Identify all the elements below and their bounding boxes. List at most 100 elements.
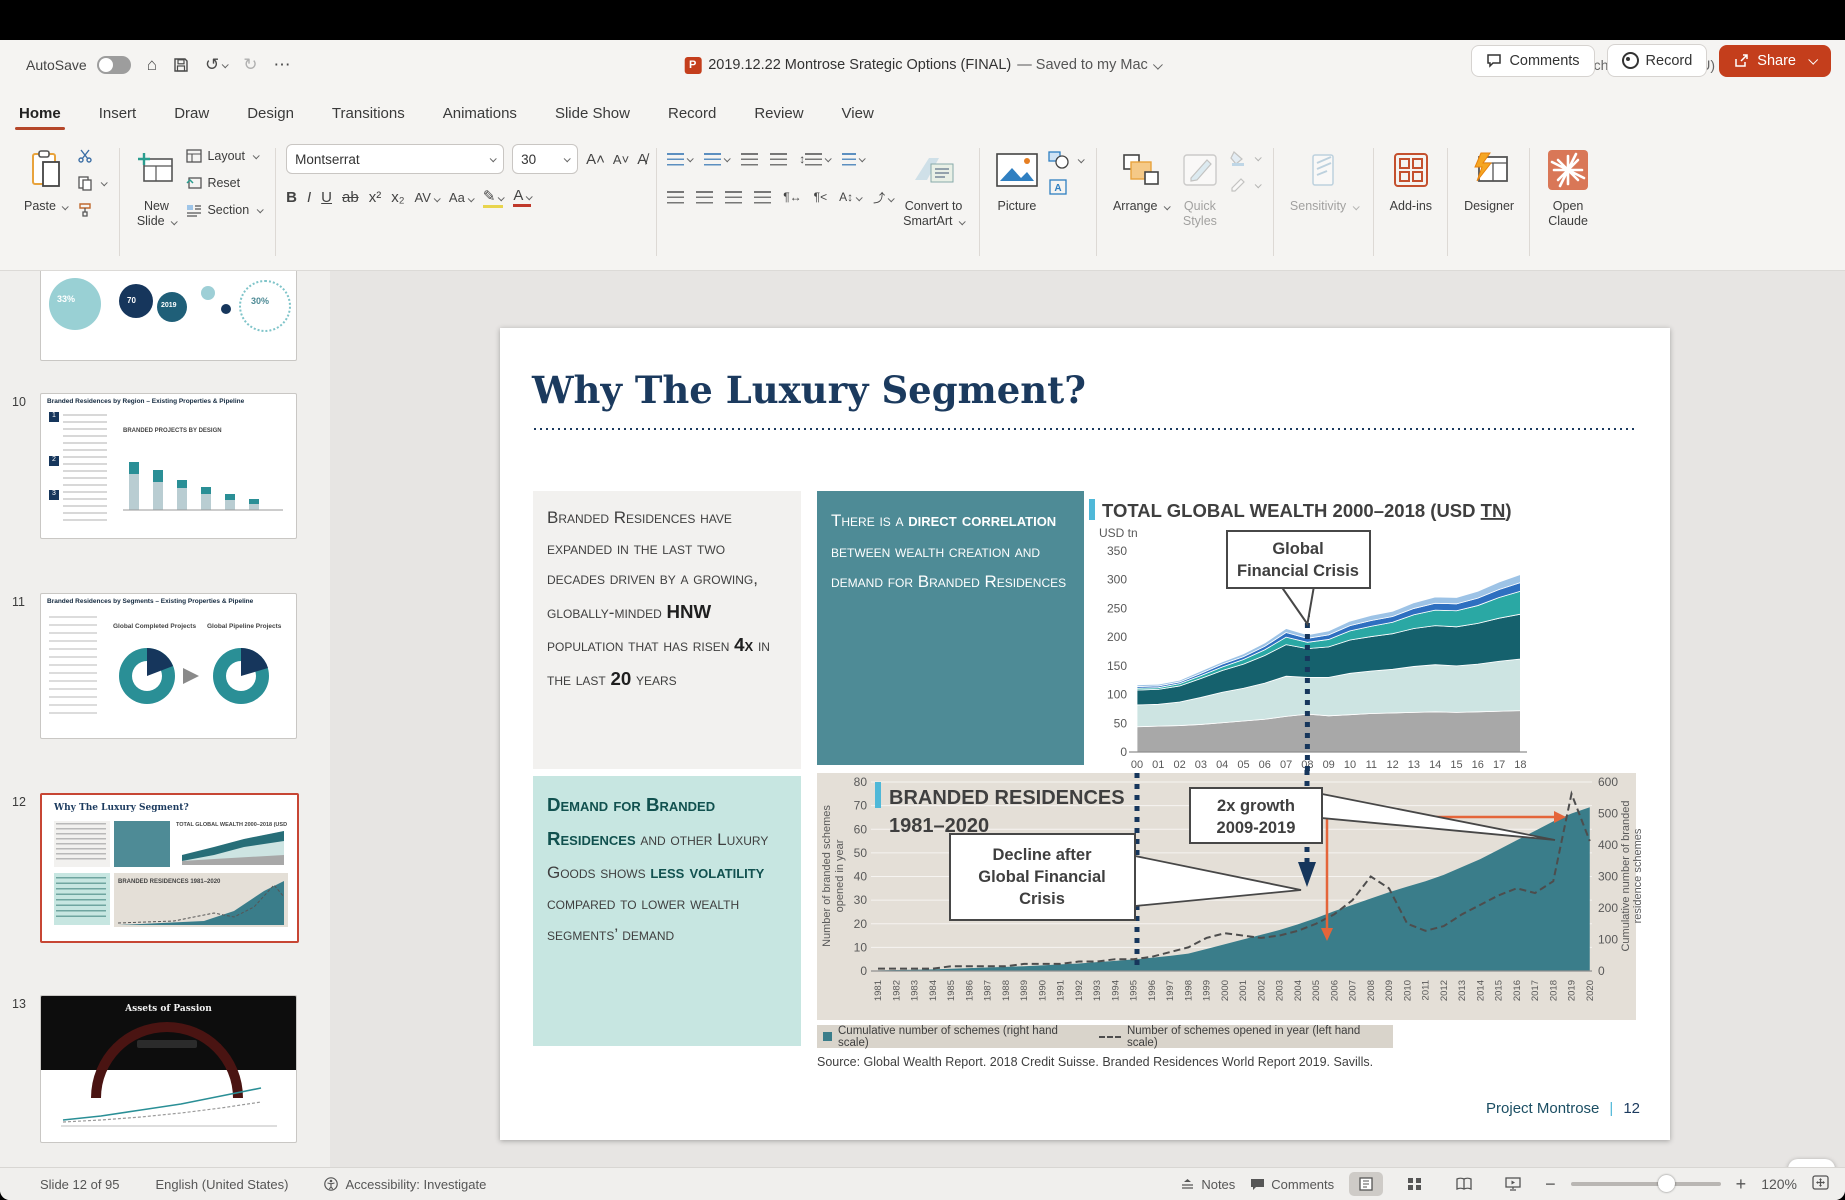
- language-indicator[interactable]: English (United States): [156, 1177, 289, 1192]
- notes-button[interactable]: Notes: [1180, 1177, 1235, 1192]
- numbering-button[interactable]: [704, 153, 729, 166]
- textbox-branded-residences[interactable]: Branded Residences have expanded in the …: [533, 491, 801, 769]
- comments-button[interactable]: Comments: [1471, 45, 1594, 77]
- text-box-rotate-button[interactable]: ⤴: [873, 189, 893, 206]
- undo-button[interactable]: ↺: [205, 55, 227, 75]
- align-center-button[interactable]: [696, 191, 713, 204]
- zoom-out-button[interactable]: −: [1545, 1174, 1556, 1195]
- tab-review[interactable]: Review: [752, 97, 805, 130]
- tab-insert[interactable]: Insert: [97, 97, 139, 130]
- cut-button[interactable]: [77, 146, 106, 166]
- tab-record[interactable]: Record: [666, 97, 718, 130]
- normal-view-button[interactable]: [1349, 1172, 1383, 1196]
- change-case-button[interactable]: Aa: [449, 190, 473, 205]
- character-spacing-button[interactable]: AV: [415, 190, 439, 205]
- document-title[interactable]: P 2019.12.22 Montrose Srategic Options (…: [684, 57, 1161, 74]
- justify-button[interactable]: [754, 191, 771, 204]
- reading-view-button[interactable]: [1447, 1172, 1481, 1196]
- strikethrough-button[interactable]: ab: [342, 189, 359, 206]
- paste-button[interactable]: Paste: [24, 144, 67, 214]
- sensitivity-button[interactable]: Sensitivity: [1290, 144, 1358, 214]
- zoom-slider[interactable]: [1571, 1182, 1721, 1186]
- picture-button[interactable]: Picture: [996, 144, 1038, 214]
- line-spacing-button[interactable]: ↕: [799, 152, 830, 166]
- thumbnail-slide-10[interactable]: Branded Residences by Region – Existing …: [40, 393, 297, 539]
- font-name-select[interactable]: Montserrat: [286, 144, 504, 174]
- autosave-toggle[interactable]: [97, 56, 131, 74]
- home-icon[interactable]: ⌂: [147, 55, 157, 75]
- textbox-demand-volatility[interactable]: Demand for Branded Residences and other …: [533, 776, 801, 1046]
- reset-button[interactable]: Reset: [186, 173, 262, 193]
- subscript-button[interactable]: x₂: [391, 189, 404, 206]
- shape-fill-button[interactable]: [1229, 148, 1260, 168]
- bullets-button[interactable]: [667, 153, 692, 166]
- tab-transitions[interactable]: Transitions: [330, 97, 407, 130]
- increase-indent-button[interactable]: [770, 153, 787, 166]
- accessibility-status[interactable]: Accessibility: Investigate: [324, 1177, 486, 1192]
- more-commands-button[interactable]: ⋯: [274, 55, 291, 75]
- thumbnail-slide-11[interactable]: Branded Residences by Segments – Existin…: [40, 593, 297, 739]
- columns-button[interactable]: [842, 153, 864, 166]
- thumbnail-slide-13[interactable]: Assets of Passion: [40, 995, 297, 1143]
- zoom-in-button[interactable]: +: [1736, 1174, 1747, 1195]
- slide-title[interactable]: Why The Luxury Segment?: [532, 368, 1086, 412]
- underline-button[interactable]: U: [321, 189, 332, 206]
- bold-button[interactable]: B: [286, 189, 297, 206]
- section-button[interactable]: Section: [186, 200, 262, 220]
- designer-button[interactable]: Designer: [1464, 144, 1514, 214]
- format-painter-button[interactable]: [77, 200, 106, 220]
- font-size-select[interactable]: 30: [512, 144, 578, 174]
- slide-indicator[interactable]: Slide 12 of 95: [40, 1177, 120, 1192]
- zoom-slider-handle[interactable]: [1658, 1175, 1675, 1192]
- clear-formatting-button[interactable]: A̸: [637, 151, 647, 168]
- align-right-button[interactable]: [725, 191, 742, 204]
- legend-swatch-dashed-line: [1099, 1036, 1121, 1038]
- decrease-indent-button[interactable]: [741, 153, 758, 166]
- align-text-button[interactable]: ¶˂: [814, 190, 827, 204]
- increase-font-size-button[interactable]: A˄: [586, 151, 605, 168]
- share-button[interactable]: Share: [1719, 45, 1831, 77]
- textbox-direct-correlation[interactable]: There is a direct correlation between we…: [817, 491, 1084, 765]
- slide-show-button[interactable]: [1496, 1172, 1530, 1196]
- comments-statusbar-button[interactable]: Comments: [1250, 1177, 1334, 1192]
- copy-button[interactable]: [77, 173, 106, 193]
- layout-button[interactable]: Layout: [186, 146, 262, 166]
- thumbnail-slide-12[interactable]: Why The Luxury Segment? TOTAL GLOBAL WEA…: [40, 793, 299, 943]
- svg-text:350: 350: [1107, 544, 1127, 558]
- powerpoint-doc-icon: P: [684, 57, 701, 74]
- tab-draw[interactable]: Draw: [172, 97, 211, 130]
- thumbnail-slide-9[interactable]: 33% 70 2019 30%: [40, 271, 297, 361]
- total-global-wealth-chart[interactable]: TOTAL GLOBAL WEALTH 2000–2018 (USD TN)US…: [1085, 490, 1645, 785]
- svg-text:1999: 1999: [1202, 980, 1213, 1001]
- text-box-button[interactable]: A: [1048, 177, 1083, 197]
- fit-to-window-button[interactable]: [1812, 1175, 1829, 1193]
- quick-styles-button[interactable]: QuickStyles: [1181, 144, 1219, 229]
- align-left-button[interactable]: [667, 191, 684, 204]
- save-icon[interactable]: [173, 57, 189, 73]
- highlight-color-button[interactable]: ✎: [483, 187, 504, 208]
- tab-view[interactable]: View: [840, 97, 876, 130]
- open-claude-button[interactable]: OpenClaude: [1546, 144, 1590, 229]
- redo-button[interactable]: ↻: [243, 55, 257, 75]
- slide-sorter-view-button[interactable]: [1398, 1172, 1432, 1196]
- chevron-down-icon: [498, 194, 505, 201]
- arrange-button[interactable]: Arrange: [1113, 144, 1169, 214]
- new-slide-button[interactable]: NewSlide: [136, 144, 176, 229]
- font-color-button[interactable]: A: [513, 187, 531, 207]
- zoom-level[interactable]: 120%: [1761, 1176, 1797, 1192]
- tab-design[interactable]: Design: [245, 97, 296, 130]
- italic-button[interactable]: I: [307, 189, 311, 206]
- sort-button[interactable]: A↕: [839, 190, 861, 204]
- text-direction-button[interactable]: ¶↔: [783, 190, 801, 204]
- tab-slide-show[interactable]: Slide Show: [553, 97, 632, 130]
- addins-button[interactable]: Add-ins: [1390, 144, 1432, 214]
- convert-to-smartart-button[interactable]: Convert toSmartArt: [903, 144, 964, 229]
- tab-home[interactable]: Home: [17, 97, 63, 130]
- decrease-font-size-button[interactable]: A˅: [613, 152, 629, 167]
- superscript-button[interactable]: x²: [369, 189, 382, 206]
- tab-animations[interactable]: Animations: [441, 97, 519, 130]
- record-button[interactable]: Record: [1607, 44, 1708, 77]
- svg-text:300: 300: [1107, 573, 1127, 587]
- shape-outline-button[interactable]: [1229, 175, 1260, 195]
- shapes-button[interactable]: [1048, 150, 1083, 170]
